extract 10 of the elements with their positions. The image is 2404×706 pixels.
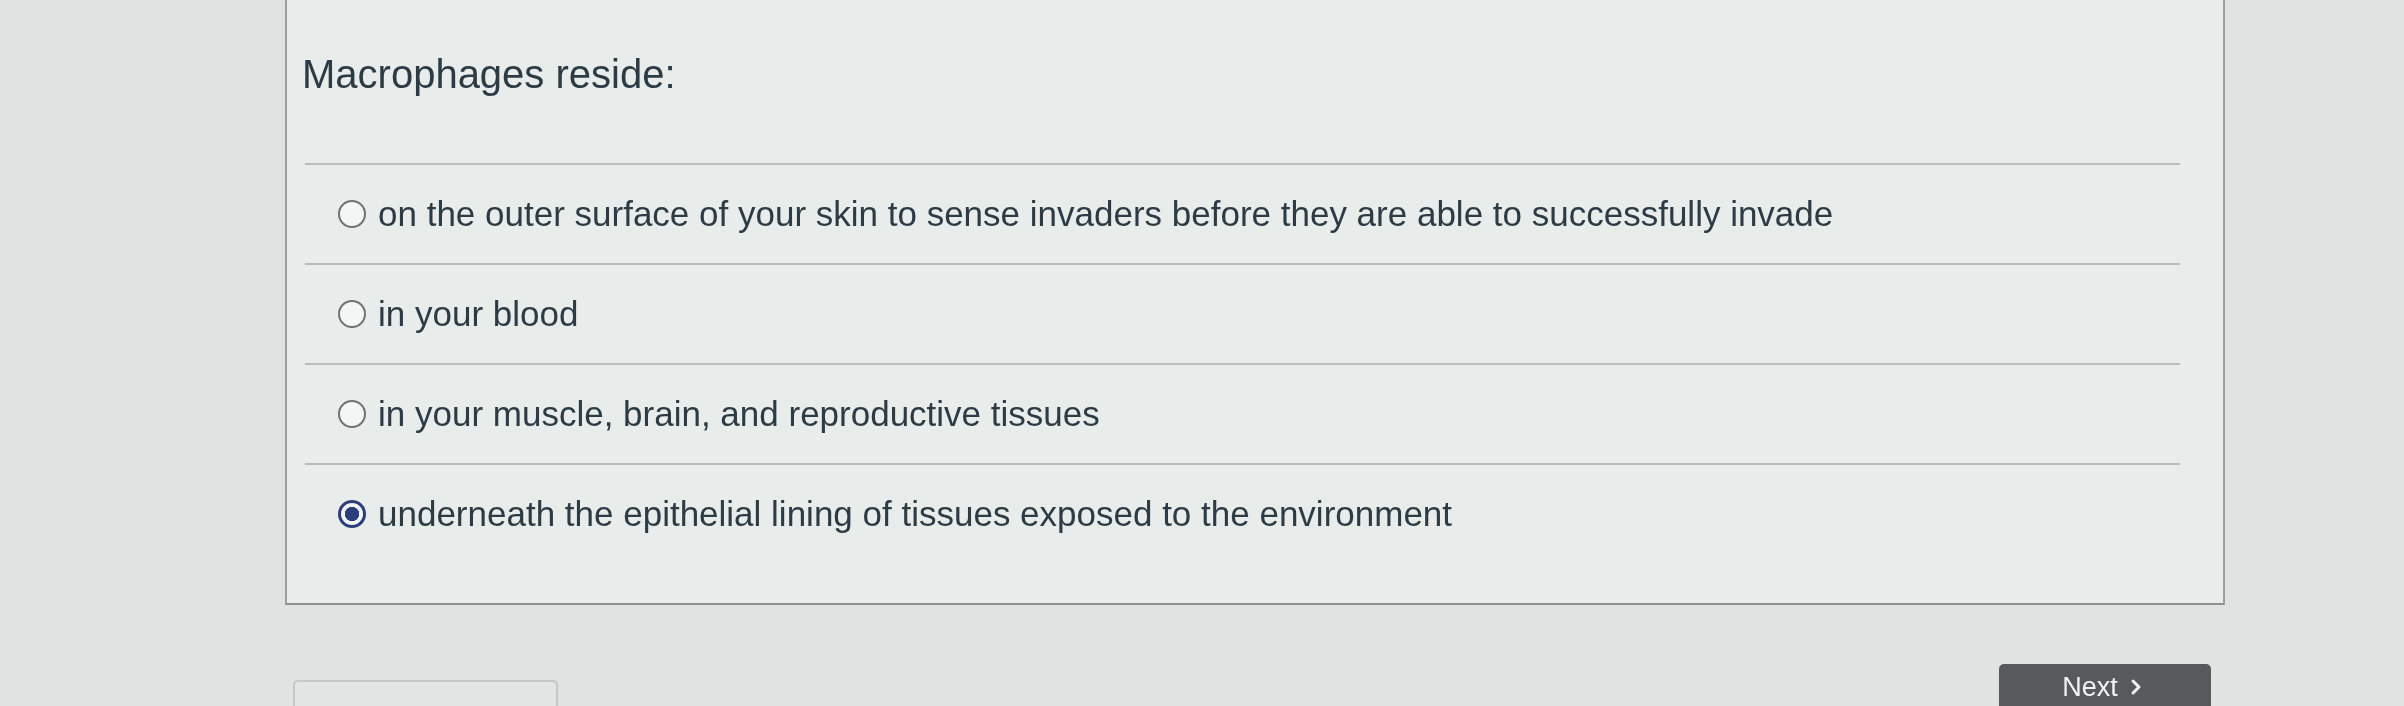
radio-button[interactable] — [338, 400, 366, 428]
radio-button[interactable] — [338, 200, 366, 228]
answer-option-label[interactable]: in your blood — [378, 293, 579, 335]
question-prompt: Macrophages reside: — [302, 51, 676, 98]
radio-button[interactable] — [338, 300, 366, 328]
next-button[interactable]: Next — [1999, 664, 2211, 706]
answer-option-label[interactable]: on the outer surface of your skin to sense invaders before they are able to successfully invade — [378, 193, 1834, 235]
radio-button[interactable] — [338, 500, 366, 528]
answer-option-label[interactable]: in your muscle, brain, and reproductive tissues — [378, 393, 1100, 435]
answer-option-label[interactable]: underneath the epithelial lining of tissues exposed to the environment — [378, 493, 1453, 535]
